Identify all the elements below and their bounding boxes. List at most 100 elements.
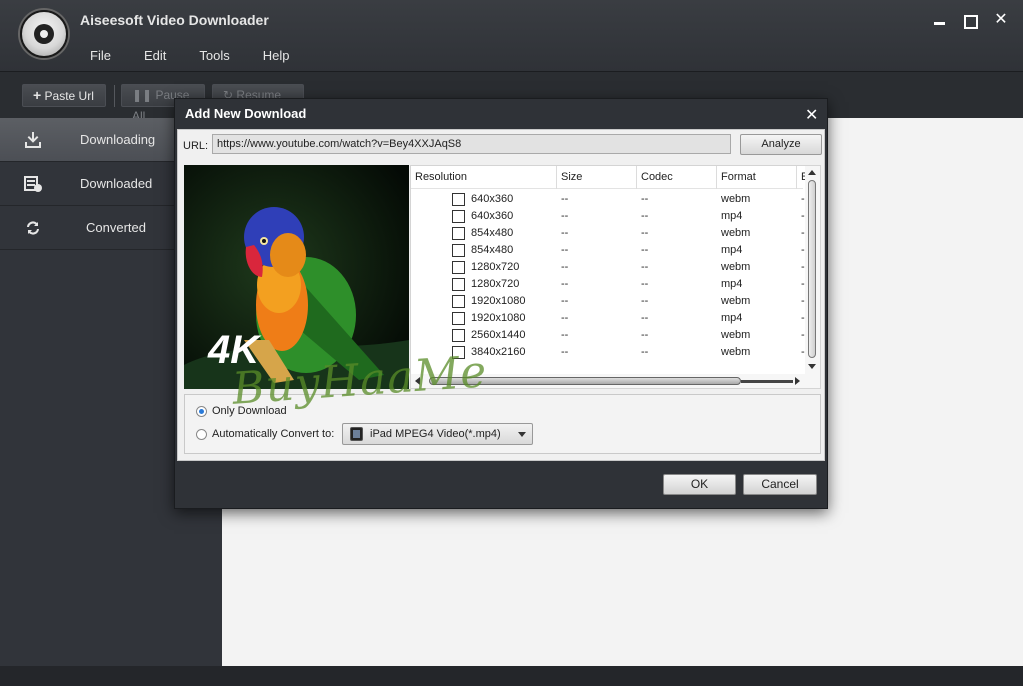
table-row[interactable]: 1280x720 -- -- webm - xyxy=(411,259,805,276)
menu-help[interactable]: Help xyxy=(263,48,290,63)
row-format: webm xyxy=(721,346,751,358)
row-format: mp4 xyxy=(721,210,743,222)
close-icon[interactable]: ✕ xyxy=(993,12,1009,28)
sidebar-item-label: Downloading xyxy=(80,132,156,147)
row-checkbox[interactable] xyxy=(452,193,465,206)
format-list: Resolution Size Codec Format E 640x360 -… xyxy=(410,165,821,389)
row-codec: -- xyxy=(641,193,649,205)
row-resolution: 854x480 xyxy=(471,227,514,239)
row-format: webm xyxy=(721,227,751,239)
row-checkbox[interactable] xyxy=(452,329,465,342)
vertical-scroll-thumb[interactable] xyxy=(808,180,816,358)
horizontal-scroll-track[interactable] xyxy=(741,380,793,383)
url-input[interactable] xyxy=(212,134,731,154)
row-format: mp4 xyxy=(721,278,743,290)
row-resolution: 640x360 xyxy=(471,193,514,205)
table-row[interactable]: 1920x1080 -- -- mp4 - xyxy=(411,310,805,327)
cancel-button[interactable]: Cancel xyxy=(743,474,817,495)
row-resolution: 1280x720 xyxy=(471,278,520,290)
title-bar: Aiseesoft Video Downloader File Edit Too… xyxy=(0,0,1023,71)
column-header-size[interactable]: Size xyxy=(557,166,637,189)
row-checkbox[interactable] xyxy=(452,346,465,359)
menu-file[interactable]: File xyxy=(90,48,111,63)
dialog-body: URL: Analyze xyxy=(177,129,825,461)
table-row[interactable]: 1920x1080 -- -- webm - xyxy=(411,293,805,310)
row-checkbox[interactable] xyxy=(452,261,465,274)
vertical-scrollbar[interactable] xyxy=(805,166,820,388)
format-list-header: Resolution Size Codec Format E xyxy=(411,166,808,189)
row-checkbox[interactable] xyxy=(452,278,465,291)
scroll-right-icon[interactable] xyxy=(795,377,800,385)
table-row[interactable]: 640x360 -- -- webm - xyxy=(411,191,805,208)
row-size: -- xyxy=(561,329,569,341)
row-checkbox[interactable] xyxy=(452,295,465,308)
table-row[interactable]: 3840x2160 -- -- webm - xyxy=(411,344,805,361)
chevron-down-icon[interactable] xyxy=(518,432,526,437)
video-thumbnail: 4K xyxy=(184,165,409,389)
row-checkbox[interactable] xyxy=(452,312,465,325)
row-resolution: 640x360 xyxy=(471,210,514,222)
menu-tools[interactable]: Tools xyxy=(199,48,229,63)
row-checkbox[interactable] xyxy=(452,210,465,223)
maximize-icon[interactable] xyxy=(962,12,978,29)
add-new-download-dialog: Add New Download ✕ URL: Analyze xyxy=(174,98,828,509)
ok-button[interactable]: OK xyxy=(663,474,736,495)
scroll-up-icon[interactable] xyxy=(808,170,816,175)
row-size: -- xyxy=(561,227,569,239)
auto-convert-radio[interactable] xyxy=(196,429,207,440)
column-header-format[interactable]: Format xyxy=(717,166,797,189)
column-header-resolution[interactable]: Resolution xyxy=(411,166,557,189)
row-size: -- xyxy=(561,312,569,324)
table-row[interactable]: 854x480 -- -- mp4 - xyxy=(411,242,805,259)
plus-icon: + xyxy=(33,87,42,103)
table-row[interactable]: 1280x720 -- -- mp4 - xyxy=(411,276,805,293)
horizontal-scrollbar[interactable] xyxy=(411,374,805,388)
app-logo-icon xyxy=(20,10,68,58)
column-header-codec[interactable]: Codec xyxy=(637,166,717,189)
row-codec: -- xyxy=(641,295,649,307)
scroll-down-icon[interactable] xyxy=(808,364,816,369)
dialog-close-icon[interactable]: ✕ xyxy=(805,105,818,125)
row-size: -- xyxy=(561,244,569,256)
download-options-group: Only Download Automatically Convert to: … xyxy=(184,394,821,454)
horizontal-scroll-thumb[interactable] xyxy=(429,377,741,385)
row-codec: -- xyxy=(641,346,649,358)
only-download-radio[interactable] xyxy=(196,406,207,417)
pause-icon: ❚❚ xyxy=(132,88,153,102)
row-size: -- xyxy=(561,295,569,307)
row-format: webm xyxy=(721,329,751,341)
paste-url-button[interactable]: + Paste Url xyxy=(22,84,106,107)
analyze-button[interactable]: Analyze xyxy=(740,134,822,155)
row-resolution: 1920x1080 xyxy=(471,295,526,307)
row-size: -- xyxy=(561,261,569,273)
row-resolution: 1280x720 xyxy=(471,261,520,273)
convert-format-select[interactable]: iPad MPEG4 Video(*.mp4) xyxy=(342,423,533,445)
paste-url-label: Paste Url xyxy=(44,89,94,103)
only-download-label[interactable]: Only Download xyxy=(212,405,287,417)
status-bar xyxy=(0,666,1023,686)
row-checkbox[interactable] xyxy=(452,244,465,257)
row-codec: -- xyxy=(641,312,649,324)
row-codec: -- xyxy=(641,329,649,341)
row-codec: -- xyxy=(641,210,649,222)
ipad-icon xyxy=(350,427,363,441)
scroll-left-icon[interactable] xyxy=(415,377,420,385)
dialog-title: Add New Download xyxy=(185,106,307,121)
row-resolution: 2560x1440 xyxy=(471,329,526,341)
minimize-icon[interactable] xyxy=(932,12,948,28)
convert-format-value: iPad MPEG4 Video(*.mp4) xyxy=(370,428,501,440)
menu-bar: File Edit Tools Help xyxy=(90,48,322,63)
row-format: webm xyxy=(721,261,751,273)
menu-edit[interactable]: Edit xyxy=(144,48,166,63)
table-row[interactable]: 640x360 -- -- mp4 - xyxy=(411,208,805,225)
auto-convert-label[interactable]: Automatically Convert to: xyxy=(212,428,334,440)
table-row[interactable]: 2560x1440 -- -- webm - xyxy=(411,327,805,344)
row-format: webm xyxy=(721,295,751,307)
table-row[interactable]: 854x480 -- -- webm - xyxy=(411,225,805,242)
row-size: -- xyxy=(561,210,569,222)
row-codec: -- xyxy=(641,244,649,256)
row-checkbox[interactable] xyxy=(452,227,465,240)
row-format: mp4 xyxy=(721,244,743,256)
preview-4k-badge: 4K xyxy=(208,328,260,372)
download-icon xyxy=(25,132,41,148)
